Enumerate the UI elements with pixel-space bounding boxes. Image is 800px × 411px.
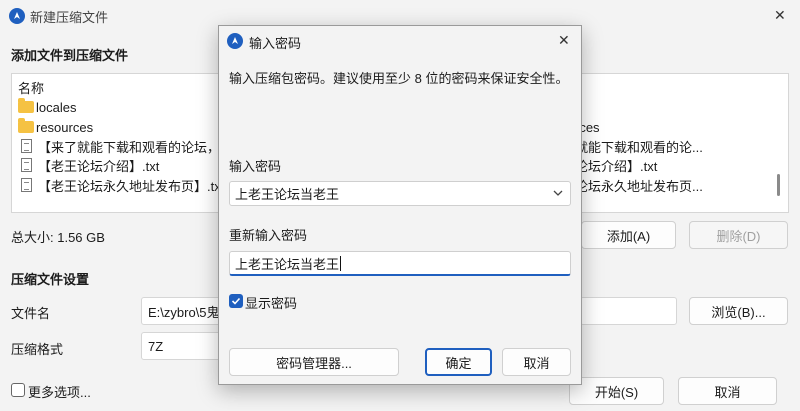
dialog-title: 输入密码 [249, 36, 302, 51]
list-item-label: 【来了就能下载和观看的论坛，纯 [38, 139, 234, 155]
password-dialog: 输入密码 ✕ 输入压缩包密码。建议使用至少 8 位的密码来保证安全性。 输入密码… [218, 25, 582, 385]
folder-icon [18, 118, 34, 133]
list-item-partial[interactable]: 论坛介绍】.txt [575, 155, 657, 175]
more-options-checkbox[interactable] [11, 383, 25, 397]
list-header-name[interactable]: 名称 [18, 77, 44, 97]
show-password-checkbox[interactable] [229, 294, 243, 308]
checkmark-icon [231, 297, 241, 305]
format-label: 压缩格式 [11, 342, 64, 357]
document-icon [21, 158, 32, 172]
main-close-icon[interactable]: ✕ [774, 7, 786, 24]
password-label: 输入密码 [229, 159, 282, 174]
list-item[interactable]: 【老王论坛永久地址发布页】.txt [18, 175, 224, 195]
list-scrollbar-thumb[interactable] [777, 174, 780, 196]
list-item[interactable]: 【来了就能下载和观看的论坛，纯 [18, 136, 233, 156]
more-options-label: 更多选项... [28, 385, 91, 400]
list-item-partial[interactable]: 论坛永久地址发布页... [575, 175, 703, 195]
dialog-cancel-button[interactable]: 取消 [502, 348, 571, 376]
text-caret [340, 255, 342, 271]
folder-icon [18, 98, 34, 113]
list-item-label: locales [36, 99, 77, 115]
format-select[interactable]: 7Z [141, 332, 221, 360]
password-input-value: 上老王论坛当老王 [235, 187, 340, 202]
dialog-close-icon[interactable]: ✕ [558, 32, 570, 49]
main-cancel-button[interactable]: 取消 [678, 377, 777, 405]
confirm-password-input[interactable]: 上老王论坛当老王 [229, 251, 571, 276]
chevron-down-icon[interactable] [552, 186, 564, 200]
list-item-label: resources [36, 119, 94, 135]
document-icon [21, 178, 32, 192]
dialog-description: 输入压缩包密码。建议使用至少 8 位的密码来保证安全性。 [229, 71, 569, 86]
ok-button[interactable]: 确定 [425, 348, 492, 376]
list-item-label: 【老王论坛永久地址发布页】.txt [38, 178, 225, 194]
app-logo-icon [9, 8, 25, 24]
list-item[interactable]: locales [18, 97, 76, 117]
file-name-field[interactable]: E:\zybro\5鬼 [141, 297, 221, 325]
confirm-password-label: 重新输入密码 [229, 228, 308, 243]
confirm-password-value: 上老王论坛当老王 [235, 256, 340, 272]
show-password-label: 显示密码 [245, 296, 298, 311]
dialog-logo-icon [227, 33, 243, 49]
start-button[interactable]: 开始(S) [569, 377, 664, 405]
file-name-field-tail[interactable] [580, 297, 677, 325]
total-size-label: 总大小: 1.56 GB [11, 230, 105, 245]
list-item[interactable]: resources [18, 117, 93, 137]
list-item-label: 【老王论坛介绍】.txt [38, 158, 160, 174]
browse-button[interactable]: 浏览(B)... [689, 297, 788, 325]
add-button[interactable]: 添加(A) [581, 221, 676, 249]
delete-button[interactable]: 删除(D) [689, 221, 788, 249]
add-files-section-title: 添加文件到压缩文件 [11, 48, 129, 63]
main-window-title: 新建压缩文件 [30, 10, 109, 25]
document-icon [21, 139, 32, 153]
list-item[interactable]: 【老王论坛介绍】.txt [18, 155, 159, 175]
password-input[interactable]: 上老王论坛当老王 [229, 181, 571, 206]
settings-section-title: 压缩文件设置 [11, 272, 90, 287]
file-name-label: 文件名 [11, 306, 51, 321]
password-manager-button[interactable]: 密码管理器... [229, 348, 399, 376]
list-item-partial[interactable]: 就能下载和观看的论... [575, 136, 703, 156]
